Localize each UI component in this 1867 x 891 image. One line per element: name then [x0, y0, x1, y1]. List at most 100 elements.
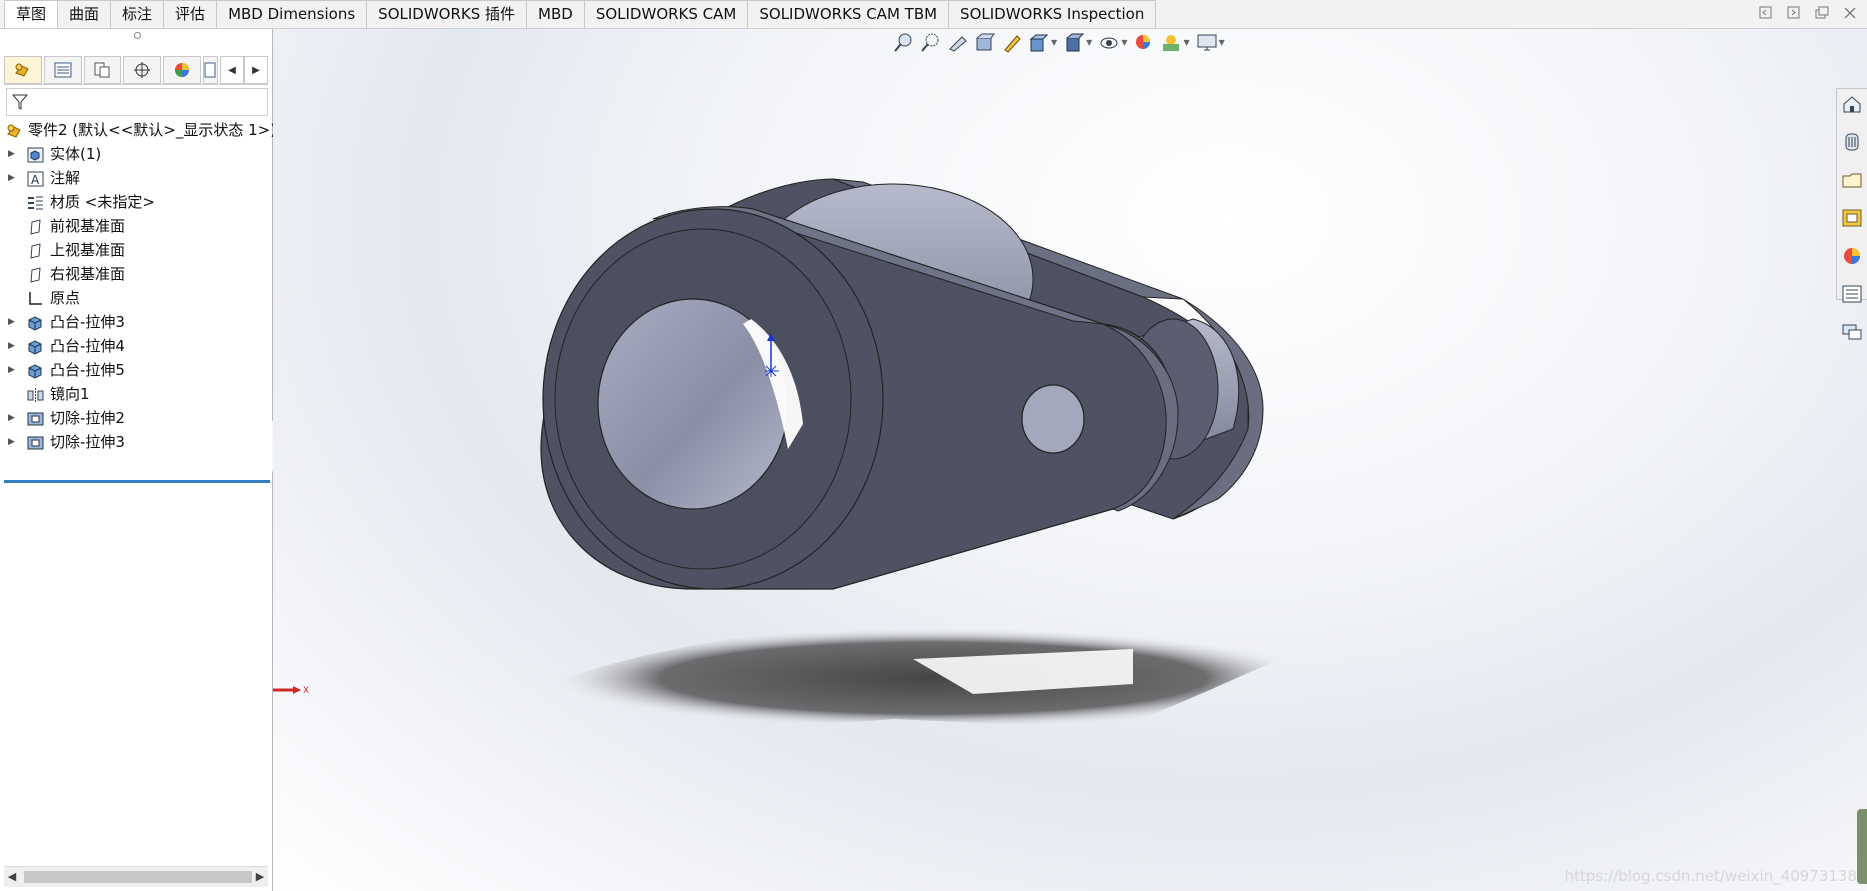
view-palette-icon[interactable] — [1841, 207, 1863, 229]
part-icon — [6, 122, 23, 138]
tree-item[interactable]: ▶ 凸台-拉伸4 — [0, 334, 272, 358]
tree-item[interactable]: 右视基准面 — [0, 262, 272, 286]
tab-7[interactable]: SOLIDWORKS CAM — [583, 0, 749, 28]
feature-filter-input[interactable] — [6, 88, 268, 116]
tree-item[interactable]: ▶ A 注解 — [0, 166, 272, 190]
featuremanager-tab-icon[interactable] — [4, 56, 42, 84]
tree-item-label: 右视基准面 — [50, 265, 126, 283]
dimxpert-tab-icon[interactable] — [123, 56, 162, 84]
restore-left-icon[interactable] — [1757, 4, 1775, 22]
graphics-area[interactable]: ▼ ▼ ▼ ▼ ▼ X https://blog.csdn.net/weixin… — [273, 29, 1867, 891]
reference-triad — [273, 686, 301, 694]
tree-item[interactable]: 上视基准面 — [0, 238, 272, 262]
tree-item[interactable]: 前视基准面 — [0, 214, 272, 238]
tab-0[interactable]: 草图 — [4, 0, 59, 28]
window-controls — [1757, 4, 1859, 22]
close-icon[interactable] — [1841, 4, 1859, 22]
expand-arrow-icon[interactable]: ▶ — [8, 334, 18, 358]
tab-3[interactable]: 评估 — [163, 0, 218, 28]
tree-item-label: 切除-拉伸3 — [50, 433, 125, 451]
tree-item-label: 凸台-拉伸4 — [50, 337, 125, 355]
tree-item-label: 上视基准面 — [50, 241, 126, 259]
tree-item[interactable]: ▶ 凸台-拉伸5 — [0, 358, 272, 382]
solid-bodies-icon — [27, 146, 44, 163]
solidworks-forum-icon[interactable] — [1841, 321, 1863, 343]
cut-extrude-icon — [27, 410, 44, 426]
watermark-text: https://blog.csdn.net/weixin_40973138 — [1564, 867, 1857, 885]
panel-horizontal-scrollbar[interactable]: ◀ ▶ — [4, 866, 268, 887]
tab-4[interactable]: MBD Dimensions — [216, 0, 368, 28]
boss-extrude-icon — [27, 362, 44, 379]
origin-icon — [27, 290, 44, 306]
expand-arrow-icon[interactable]: ▶ — [8, 358, 18, 382]
tree-item[interactable]: 镜向1 — [0, 382, 272, 406]
task-pane-tabs — [1836, 88, 1867, 340]
custom-properties-icon[interactable] — [1841, 283, 1863, 305]
tree-item-label: 切除-拉伸2 — [50, 409, 125, 427]
mirror-icon — [27, 386, 44, 402]
scroll-thumb[interactable] — [24, 871, 252, 883]
tab-strip: 草图 曲面 标注 评估 MBD Dimensions SOLIDWORKS 插件 MBD SO… — [4, 0, 1157, 28]
tab-9[interactable]: SOLIDWORKS Inspection — [948, 0, 1157, 28]
model-shadow — [543, 627, 1323, 729]
plane-icon — [27, 266, 44, 283]
rollback-bar[interactable] — [4, 480, 270, 483]
tree-item[interactable]: 原点 — [0, 286, 272, 310]
scroll-left-arrow[interactable]: ◀ — [4, 867, 20, 887]
triad-x-label: X — [303, 686, 310, 696]
tree-item-label: 凸台-拉伸5 — [50, 361, 125, 379]
tree-item[interactable]: ▶ 实体(1) — [0, 142, 272, 166]
tree-item[interactable]: ▶ 凸台-拉伸3 — [0, 310, 272, 334]
svg-text:A: A — [31, 173, 40, 187]
tab-5[interactable]: SOLIDWORKS 插件 — [366, 0, 528, 28]
tab-2[interactable]: 标注 — [110, 0, 165, 28]
display-manager-tab-icon[interactable] — [163, 56, 201, 84]
tree-root-part[interactable]: 零件2 (默认<<默认>_显示状态 1>) — [0, 118, 276, 142]
tree-item[interactable]: ▶ 切除-拉伸2 — [0, 406, 272, 430]
tree-item-label: 注解 — [50, 169, 81, 187]
boss-extrude-icon — [27, 338, 44, 355]
design-library-icon[interactable] — [1841, 131, 1863, 153]
boss-extrude-icon — [27, 314, 44, 331]
tree-item-label: 原点 — [50, 289, 81, 307]
configurationmanager-tab-icon[interactable] — [83, 56, 122, 84]
feature-manager-panel: ◀ ▶ 零件2 (默认<<默认>_显示状态 1>) ▶ 实体(1) ▶ A 注解材质 <… — [0, 29, 276, 891]
annotations-icon: A — [27, 170, 44, 187]
panel-tabs: ◀ ▶ — [4, 56, 268, 85]
solidworks-resources-icon[interactable] — [1841, 93, 1863, 115]
expand-arrow-icon[interactable]: ▶ — [8, 166, 18, 190]
command-manager-tabs: 草图 曲面 标注 评估 MBD Dimensions SOLIDWORKS 插件 MBD SO… — [0, 0, 1867, 29]
maximize-icon[interactable] — [1813, 4, 1831, 22]
panel-grip[interactable] — [0, 29, 272, 41]
feature-tree: 零件2 (默认<<默认>_显示状态 1>) ▶ 实体(1) ▶ A 注解材质 <未指定>… — [0, 118, 276, 454]
tree-item[interactable]: 材质 <未指定> — [0, 190, 272, 214]
tree-root-label: 零件2 (默认<<默认>_显示状态 1>) — [28, 121, 277, 139]
model-view — [273, 178, 1323, 729]
tree-item-label: 凸台-拉伸3 — [50, 313, 125, 331]
right-edge-tab[interactable] — [1857, 809, 1867, 884]
restore-right-icon[interactable] — [1785, 4, 1803, 22]
filter-icon — [11, 94, 29, 110]
file-explorer-icon[interactable] — [1841, 169, 1863, 191]
expand-arrow-icon[interactable]: ▶ — [8, 310, 18, 334]
tree-item[interactable]: ▶ 切除-拉伸3 — [0, 430, 272, 454]
scroll-right-icon[interactable]: ▶ — [244, 56, 268, 84]
propertymanager-tab-icon[interactable] — [43, 56, 82, 84]
scroll-right-arrow[interactable]: ▶ — [252, 867, 268, 887]
tab-8[interactable]: SOLIDWORKS CAM TBM — [747, 0, 950, 28]
material-icon — [27, 194, 44, 210]
expand-arrow-icon[interactable]: ▶ — [8, 430, 18, 454]
tree-item-label: 镜向1 — [50, 385, 90, 403]
tab-1[interactable]: 曲面 — [57, 0, 112, 28]
panel-tab-scroll: ◀ ▶ — [220, 56, 268, 84]
scroll-left-icon[interactable]: ◀ — [220, 56, 244, 84]
tab-6[interactable]: MBD — [526, 0, 585, 28]
expand-arrow-icon[interactable]: ▶ — [8, 142, 18, 166]
appearances-scenes-icon[interactable] — [1841, 245, 1863, 267]
cut-extrude-icon — [27, 434, 44, 450]
expand-arrow-icon[interactable]: ▶ — [8, 406, 18, 430]
tree-item-label: 实体(1) — [50, 145, 102, 163]
plane-icon — [27, 218, 44, 235]
tree-item-label: 前视基准面 — [50, 217, 126, 235]
cam-tab-icon[interactable] — [202, 56, 218, 84]
